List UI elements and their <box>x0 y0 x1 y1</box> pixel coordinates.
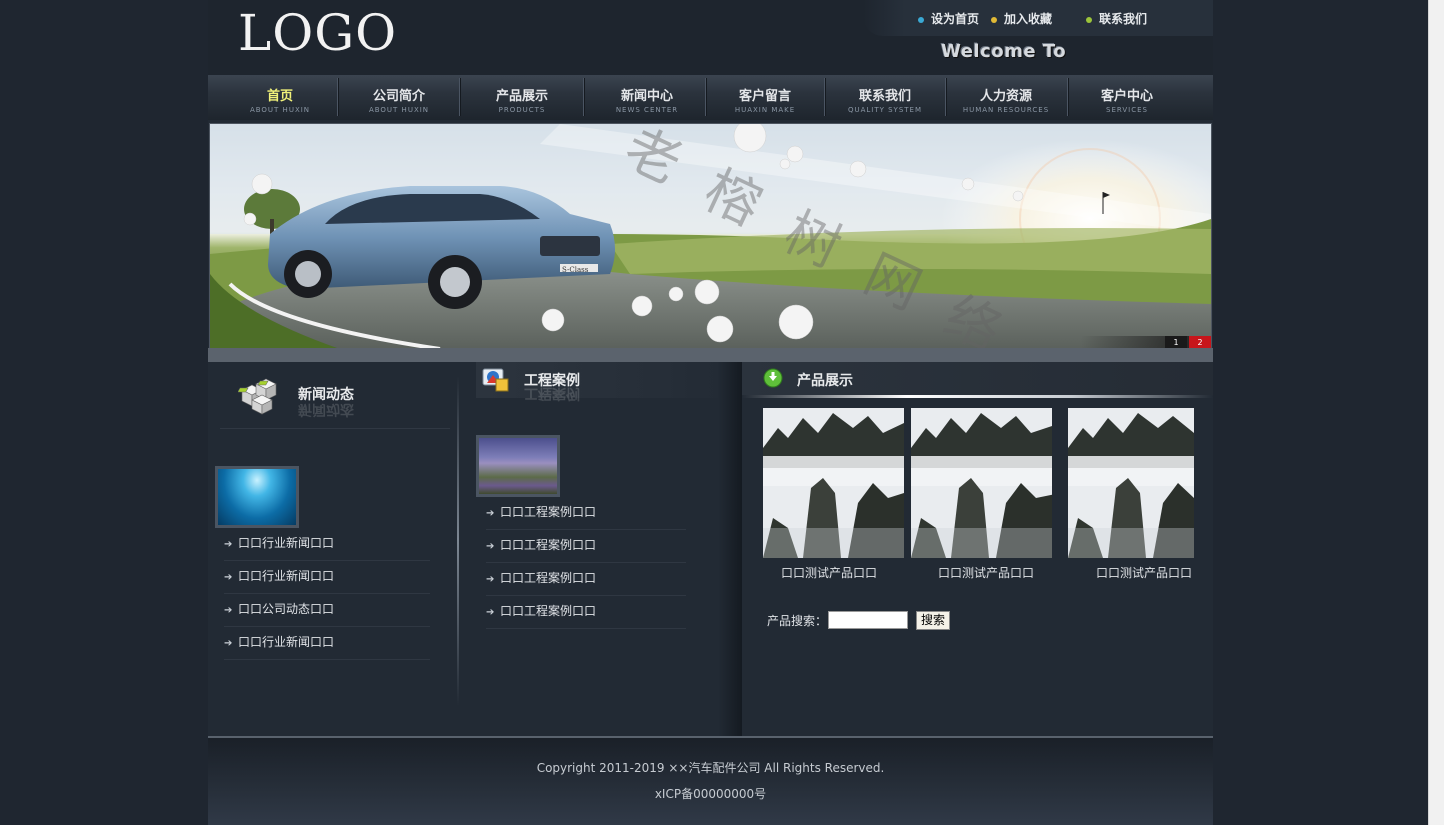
product-image[interactable] <box>911 408 1052 558</box>
product-image[interactable] <box>763 408 904 558</box>
mountain-image <box>911 408 1052 558</box>
banner-bottom-strip <box>208 348 1213 362</box>
search-button[interactable]: 搜索 <box>916 611 950 630</box>
product-name[interactable]: 口口测试产品口口 <box>1096 564 1192 581</box>
news-item[interactable]: ➔ 口口行业新闻口口 <box>224 527 430 561</box>
copyright-text: Copyright 2011-2019 ××汽车配件公司 All Rights … <box>536 761 885 775</box>
mountain-image <box>1068 408 1194 558</box>
bullet-icon <box>991 16 997 23</box>
footer: Copyright 2011-2019 ××汽车配件公司 All Rights … <box>208 738 1213 825</box>
case-item[interactable]: ➔ 口口工程案例口口 <box>486 496 686 530</box>
products-title-underline <box>742 395 1213 398</box>
window-scrollbar[interactable] <box>1428 0 1444 825</box>
nav-item-hr[interactable]: 人力资源 HUMAN RESOURCES <box>946 75 1066 120</box>
arrow-right-icon: ➔ <box>486 541 495 552</box>
case-item[interactable]: ➔ 口口工程案例口口 <box>486 529 686 563</box>
case-item[interactable]: ➔ 口口工程案例口口 <box>486 562 686 596</box>
nav-item-messages[interactable]: 客户留言 HUAXIN MAKE <box>706 75 824 120</box>
contact-us-link[interactable]: 联系我们 <box>1086 10 1147 27</box>
set-homepage-link[interactable]: 设为首页 <box>918 10 979 27</box>
arrow-right-icon: ➔ <box>486 607 495 618</box>
products-title: 产品展示 <box>797 373 853 389</box>
product-name[interactable]: 口口测试产品口口 <box>781 564 877 581</box>
cases-title-bar <box>476 362 738 398</box>
products-section: 产品展示 口口测试产品口口 口口测试产品口口 口口测试产品口口 产品搜索： 搜索 <box>742 362 1213 736</box>
news-item[interactable]: ➔ 口口行业新闻口口 <box>224 560 430 594</box>
nav-item-service[interactable]: 客户中心 SERVICES <box>1068 75 1186 120</box>
cases-title-reflection: 工程案例 <box>524 385 580 401</box>
download-arrow-icon <box>763 368 783 388</box>
add-favorite-link[interactable]: 加入收藏 <box>991 10 1052 27</box>
news-item[interactable]: ➔ 口口行业新闻口口 <box>224 626 430 660</box>
top-links-bar: 设为首页 加入收藏 联系我们 <box>863 0 1213 36</box>
product-search-label: 产品搜索： <box>767 614 828 628</box>
gallery-icon <box>482 368 509 392</box>
case-item[interactable]: ➔ 口口工程案例口口 <box>486 595 686 629</box>
bullet-icon <box>1086 16 1092 23</box>
car-badge: S-Class <box>562 266 589 274</box>
product-search-input[interactable] <box>828 611 908 629</box>
product-name[interactable]: 口口测试产品口口 <box>938 564 1034 581</box>
mountain-image <box>763 408 904 558</box>
arrow-right-icon: ➔ <box>224 638 233 649</box>
welcome-text: Welcome To <box>941 41 1067 62</box>
site-logo[interactable]: LOGO <box>238 4 397 62</box>
icp-text: xICP备00000000号 <box>654 787 767 801</box>
page-container: LOGO 设为首页 加入收藏 联系我们 Welcome To 首页 ABOUT H… <box>208 0 1213 825</box>
news-thumbnail[interactable] <box>215 466 299 528</box>
news-section: 新闻动态 新闻动态 ➔ 口口行业新闻口口 ➔ 口口行业新闻口口 ➔ 口口公司动态口口 … <box>208 362 458 722</box>
news-title-divider <box>220 428 450 429</box>
nav-item-news[interactable]: 新闻中心 NEWS CENTER <box>584 75 710 120</box>
watermark: 老 榕 树 网 络 <box>615 123 1011 350</box>
arrow-right-icon: ➔ <box>486 508 495 519</box>
column-shadow <box>718 362 742 736</box>
bullet-icon <box>918 16 924 23</box>
main-nav: 首页 ABOUT HUXIN 公司简介 ABOUT HUXIN 产品展示 PRODUC… <box>208 75 1213 120</box>
nav-item-about[interactable]: 公司简介 ABOUT HUXIN <box>338 75 460 120</box>
case-thumbnail[interactable] <box>476 435 560 497</box>
arrow-right-icon: ➔ <box>224 572 233 583</box>
hero-banner[interactable]: 老 榕 树 网 络 S-Class 1 2 <box>209 123 1212 350</box>
header: LOGO 设为首页 加入收藏 联系我们 Welcome To <box>208 0 1213 75</box>
arrow-right-icon: ➔ <box>224 539 233 550</box>
cubes-icon <box>238 378 277 415</box>
news-item[interactable]: ➔ 口口公司动态口口 <box>224 593 430 627</box>
nav-item-products[interactable]: 产品展示 PRODUCTS <box>461 75 583 120</box>
nav-item-home[interactable]: 首页 ABOUT HUXIN <box>216 75 344 120</box>
arrow-right-icon: ➔ <box>486 574 495 585</box>
nav-item-contact[interactable]: 联系我们 QUALITY SYSTEM <box>825 75 945 120</box>
product-image[interactable] <box>1068 408 1194 558</box>
arrow-right-icon: ➔ <box>224 605 233 616</box>
column-divider <box>457 376 459 706</box>
news-title-reflection: 新闻动态 <box>298 401 354 417</box>
